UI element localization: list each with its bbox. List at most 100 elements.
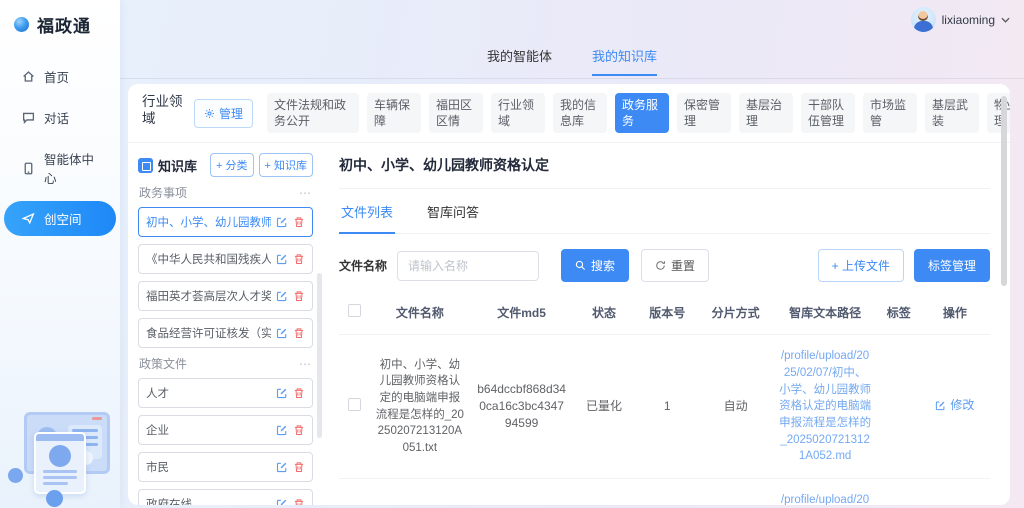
category-tab[interactable]: 基层武装 xyxy=(925,93,979,133)
reset-button[interactable]: 重置 xyxy=(641,249,709,282)
tab-my-knowledge[interactable]: 我的知识库 xyxy=(592,46,657,76)
edit-icon[interactable] xyxy=(276,253,288,265)
tab-my-agents[interactable]: 我的智能体 xyxy=(487,46,552,76)
edit-icon[interactable] xyxy=(276,387,288,399)
knowledge-card: 行业领域 管理 文件法规和政务公开 车辆保障 福田区区情 行业领域 我的信息库 … xyxy=(128,84,1010,505)
sidebar: 福政通 首页 对话 智能体中心 创空间 xyxy=(0,0,120,508)
category-tab[interactable]: 文件法规和政务公开 xyxy=(267,93,359,133)
gear-icon xyxy=(204,108,215,119)
divider xyxy=(120,78,1024,79)
file-table: 文件名称 文件md5 状态 版本号 分片方式 智库文本路径 标签 操作 初中、小… xyxy=(339,296,990,505)
card-scrollbar[interactable] xyxy=(1001,96,1007,286)
edit-icon[interactable] xyxy=(276,424,288,436)
delete-icon[interactable] xyxy=(293,498,305,505)
delete-icon[interactable] xyxy=(293,290,305,302)
select-all-checkbox[interactable] xyxy=(348,304,361,317)
kb-text-path-link[interactable]: /profile/upload/2025/02/07/初中、小学、幼儿园教师资格… xyxy=(772,348,877,465)
kb-item[interactable]: 企业 xyxy=(138,415,313,445)
kb-panel-title: 知识库 xyxy=(158,156,205,175)
category-tab[interactable]: 行业领域 xyxy=(491,93,545,133)
edit-icon[interactable] xyxy=(276,327,288,339)
file-version: 1 xyxy=(636,398,699,415)
add-knowledge-base-button[interactable]: + 知识库 xyxy=(259,153,313,177)
logo-icon xyxy=(14,17,29,32)
delete-icon[interactable] xyxy=(293,461,305,473)
category-tab[interactable]: 市场监管 xyxy=(863,93,917,133)
decorative-illustration xyxy=(2,406,118,504)
category-bar-label: 行业领域 xyxy=(142,93,184,127)
kb-item[interactable]: 福田英才荟高层次人才奖励支持 xyxy=(138,281,313,311)
send-icon xyxy=(22,212,35,225)
sidebar-item-home[interactable]: 首页 xyxy=(4,59,116,94)
tag-management-button[interactable]: 标签管理 xyxy=(914,249,990,282)
file-name: 初中、小学、幼儿园教师资格认定的电脑端申报流程是怎样的_202502072131… xyxy=(369,357,471,457)
category-tab[interactable]: 我的信息库 xyxy=(553,93,607,133)
search-field-label: 文件名称 xyxy=(339,257,387,274)
category-tab[interactable]: 保密管理 xyxy=(677,93,731,133)
sidebar-item-chat[interactable]: 对话 xyxy=(4,100,116,135)
page-title: 初中、小学、幼儿园教师资格认定 xyxy=(339,155,990,189)
content-tabs: 文件列表 智库问答 xyxy=(339,189,990,234)
app-logo: 福政通 xyxy=(0,0,120,53)
sidebar-item-creation-space[interactable]: 创空间 xyxy=(4,201,116,236)
avatar xyxy=(911,7,936,32)
edit-icon xyxy=(935,400,946,411)
table-row: 初中、小学、幼儿园教师资格认定的电脑端申报流程是怎样的_202502072131… xyxy=(339,335,990,479)
delete-icon[interactable] xyxy=(293,216,305,228)
split-mode: 自动 xyxy=(699,398,773,415)
table-row: 初中、小学、幼儿园教师资格认定需要什么申请材料_20250207213127A0… xyxy=(339,479,990,505)
knowledge-base-panel: 知识库 + 分类 + 知识库 政务事项 ⋯ 初中、小学、幼儿园教师资格... 《中… xyxy=(128,143,323,505)
category-tab[interactable]: 车辆保障 xyxy=(367,93,421,133)
tab-kb-qa[interactable]: 智库问答 xyxy=(425,189,481,233)
more-icon[interactable]: ⋯ xyxy=(299,186,312,200)
delete-icon[interactable] xyxy=(293,387,305,399)
modify-button[interactable]: 修改 xyxy=(935,397,974,414)
file-name-input[interactable] xyxy=(397,251,539,281)
file-status: 已量化 xyxy=(572,398,635,415)
app-title: 福政通 xyxy=(37,12,91,37)
home-icon xyxy=(22,70,35,83)
sidebar-item-label: 创空间 xyxy=(44,209,82,228)
chat-icon xyxy=(22,111,35,124)
main-area: lixiaoming 我的智能体 我的知识库 行业领域 管理 文件法规和政务公开… xyxy=(120,0,1024,508)
category-tabs: 文件法规和政务公开 车辆保障 福田区区情 行业领域 我的信息库 政务服务 保密管… xyxy=(267,93,994,133)
delete-icon[interactable] xyxy=(293,253,305,265)
document-graphic xyxy=(34,432,86,494)
manage-button[interactable]: 管理 xyxy=(194,99,253,128)
category-tab-active[interactable]: 政务服务 xyxy=(615,93,669,133)
edit-icon[interactable] xyxy=(276,461,288,473)
kb-section-title: 政务事项 xyxy=(139,184,187,201)
table-header: 文件名称 文件md5 状态 版本号 分片方式 智库文本路径 标签 操作 xyxy=(339,296,990,335)
sidebar-item-agent-center[interactable]: 智能体中心 xyxy=(4,141,116,195)
content-panel: 初中、小学、幼儿园教师资格认定 文件列表 智库问答 文件名称 搜索 重置 xyxy=(323,143,1010,505)
row-checkbox[interactable] xyxy=(348,398,361,411)
add-category-button[interactable]: + 分类 xyxy=(210,153,253,177)
category-tab[interactable]: 干部队伍管理 xyxy=(801,93,855,133)
tab-file-list[interactable]: 文件列表 xyxy=(339,189,395,234)
category-tab[interactable]: 基层治理 xyxy=(739,93,793,133)
kb-item[interactable]: 人才 xyxy=(138,378,313,408)
chevron-down-icon xyxy=(1001,17,1010,23)
delete-icon[interactable] xyxy=(293,424,305,436)
kb-item[interactable]: 食品经营许可证核发（实施申... xyxy=(138,318,313,348)
edit-icon[interactable] xyxy=(276,498,288,505)
kb-item[interactable]: 政府在线 xyxy=(138,489,313,505)
sidebar-item-label: 首页 xyxy=(44,67,69,86)
edit-icon[interactable] xyxy=(276,216,288,228)
kb-text-path-link[interactable]: /profile/upload/2025/02/07/初中、小学、幼儿园教师资格… xyxy=(772,492,877,505)
edit-icon[interactable] xyxy=(276,290,288,302)
search-row: 文件名称 搜索 重置 + 上传文件 标签管理 xyxy=(339,249,990,282)
sidebar-item-label: 对话 xyxy=(44,108,69,127)
upload-file-button[interactable]: + 上传文件 xyxy=(818,249,904,282)
kb-item[interactable]: 《中华人民共和国残疾人证》... xyxy=(138,244,313,274)
kb-item[interactable]: 市民 xyxy=(138,452,313,482)
kb-section-title: 政策文件 xyxy=(139,355,187,372)
user-menu[interactable]: lixiaoming xyxy=(911,7,1010,32)
device-icon xyxy=(22,162,35,175)
more-icon[interactable]: ⋯ xyxy=(299,357,312,371)
delete-icon[interactable] xyxy=(293,327,305,339)
kb-item[interactable]: 初中、小学、幼儿园教师资格... xyxy=(138,207,313,237)
search-button[interactable]: 搜索 xyxy=(561,249,629,282)
kb-panel-scrollbar[interactable] xyxy=(317,273,322,438)
category-tab[interactable]: 福田区区情 xyxy=(429,93,483,133)
